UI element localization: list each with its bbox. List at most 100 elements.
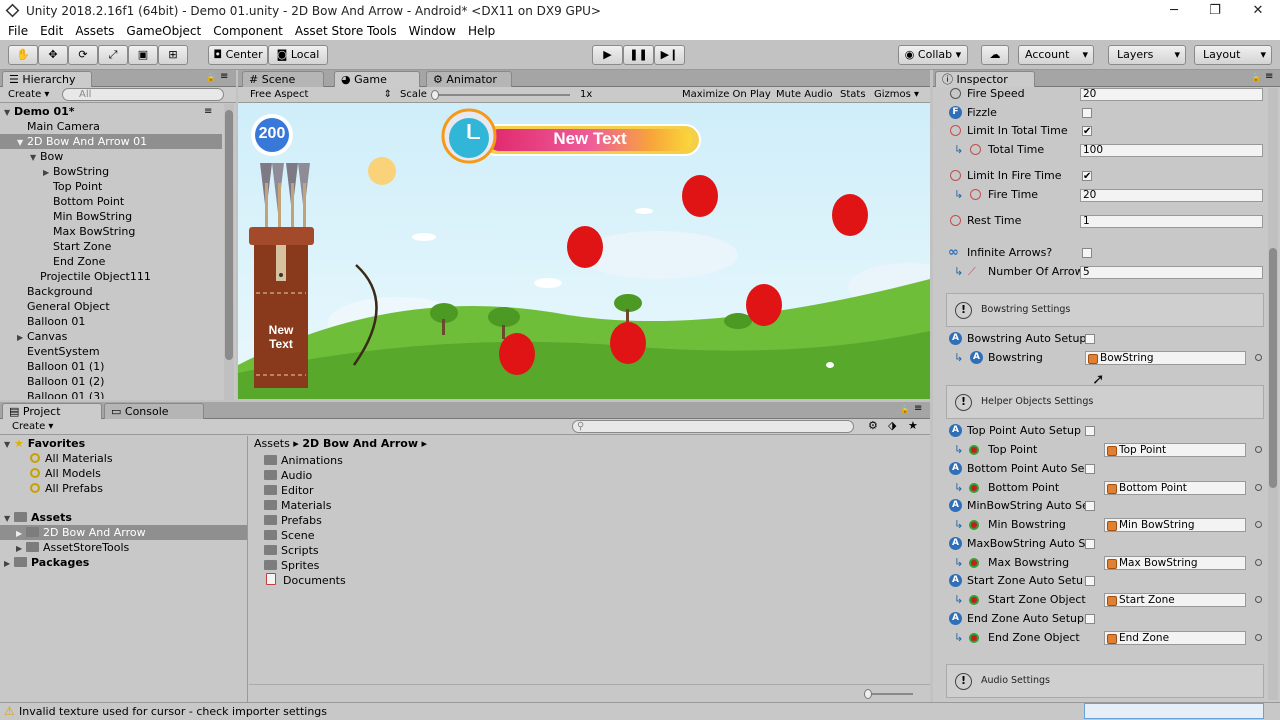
start-zone-object-field[interactable]: Start Zone (1104, 593, 1246, 607)
rest-time-input[interactable]: 1 (1080, 215, 1263, 228)
project-create-dropdown[interactable]: Create ▾ (8, 420, 57, 434)
scale-slider-handle[interactable] (431, 90, 439, 100)
hierarchy-create-dropdown[interactable]: Create ▾ (4, 88, 53, 102)
hierarchy-row[interactable]: Balloon 01 (2) (0, 374, 222, 389)
start-zone-auto-checkbox[interactable] (1085, 576, 1095, 586)
menu-component[interactable]: Component (207, 22, 289, 40)
aspect-dropdown[interactable]: Free Aspect ⇕ (246, 88, 396, 102)
hierarchy-row[interactable]: EventSystem (0, 344, 222, 359)
bottom-point-object-field[interactable]: Bottom Point (1104, 480, 1246, 495)
transform-tool-button[interactable]: ⊞ (158, 45, 188, 65)
hierarchy-row[interactable]: ▼ 2D Bow And Arrow 01 (0, 134, 222, 149)
mute-audio-toggle[interactable]: Mute Audio (772, 88, 837, 102)
max-bowstring-auto-checkbox[interactable] (1085, 538, 1095, 549)
asset-folder-item[interactable]: Materials (264, 498, 331, 513)
inspector-scrollbar[interactable] (1268, 88, 1278, 700)
audio-settings-header[interactable]: ! Audio Settings (946, 664, 1264, 698)
hierarchy-row[interactable]: Max BowString (0, 224, 222, 239)
scale-tool-button[interactable]: ⤢ (98, 45, 128, 65)
menu-gameobject[interactable]: GameObject (120, 22, 207, 40)
project-search-input[interactable]: ⚲ (572, 420, 854, 433)
asset-folder-row[interactable]: ▶ 2D Bow And Arrow (0, 525, 247, 540)
max-bowstring-object-field[interactable]: Max BowString (1104, 555, 1246, 570)
hierarchy-row[interactable]: Bottom Point (0, 194, 222, 209)
hierarchy-row[interactable]: General Object (0, 299, 222, 314)
tab-animator[interactable]: ⚙ Animator (426, 71, 512, 87)
hierarchy-row[interactable]: Main Camera (0, 119, 222, 134)
menu-file[interactable]: File (2, 22, 34, 40)
pivot-center-button[interactable]: ◘ Center (208, 45, 268, 65)
maximize-button[interactable]: ❐ (1193, 0, 1237, 22)
inspector-menu-icon[interactable]: ≡ (1265, 71, 1273, 82)
filter-label-icon[interactable]: ⬗ (888, 419, 896, 432)
hand-tool-button[interactable]: ✋ (8, 45, 38, 65)
collab-button[interactable]: ◉ Collab ▾ (898, 45, 968, 65)
breadcrumb-assets[interactable]: Assets (254, 437, 290, 450)
min-bowstring-auto-checkbox[interactable] (1085, 501, 1095, 511)
hierarchy-row[interactable]: Projectile Object111 (0, 269, 222, 284)
tab-hierarchy[interactable]: ☰ Hierarchy (2, 71, 92, 87)
asset-folder-item[interactable]: Scripts (264, 543, 319, 558)
pause-button[interactable]: ❚❚ (623, 45, 654, 65)
project-lock-icon[interactable]: 🔒 (900, 405, 910, 414)
favorite-star-icon[interactable]: ★ (908, 419, 918, 432)
hierarchy-row[interactable]: Balloon 01 (0, 314, 222, 329)
expand-arrow-icon[interactable]: ▼ (17, 135, 27, 150)
game-view[interactable]: 200 New Text New Text (238, 103, 930, 399)
move-tool-button[interactable]: ✥ (38, 45, 68, 65)
menu-asset-store-tools[interactable]: Asset Store Tools (289, 22, 403, 40)
object-picker-icon[interactable] (1255, 633, 1262, 641)
panel-menu-icon[interactable]: ≡ (220, 71, 228, 82)
expand-icon[interactable]: ▶ (16, 526, 26, 541)
expand-arrow-icon[interactable]: ▶ (17, 330, 27, 345)
total-time-input[interactable]: 100 (1080, 144, 1263, 157)
fire-time-input[interactable]: 20 (1080, 189, 1263, 202)
asset-folder-row[interactable]: ▶ AssetStoreTools (16, 540, 129, 555)
favorites-row[interactable]: ▼ ★ Favorites (4, 436, 85, 451)
favorites-expand-icon[interactable]: ▼ (4, 437, 14, 452)
assets-row[interactable]: ▼ Assets (4, 510, 72, 525)
status-message[interactable]: Invalid texture used for cursor - check … (19, 705, 327, 718)
menu-edit[interactable]: Edit (34, 22, 69, 40)
object-picker-icon[interactable] (1255, 483, 1262, 491)
object-picker-icon[interactable] (1255, 446, 1262, 453)
limit-fire-checkbox[interactable] (1082, 168, 1092, 186)
project-menu-icon[interactable]: ≡ (914, 403, 922, 414)
hierarchy-row[interactable]: Background (0, 284, 222, 299)
hierarchy-row[interactable]: ▼ Demo 01* ≡ (0, 104, 222, 119)
fire-speed-input[interactable]: 20 (1080, 88, 1263, 101)
stats-toggle[interactable]: Stats (836, 88, 870, 102)
cloud-button[interactable]: ☁ (981, 45, 1009, 65)
asset-folder-item[interactable]: Audio (264, 468, 312, 483)
object-picker-icon[interactable] (1255, 596, 1262, 603)
scene-menu-icon[interactable]: ≡ (204, 104, 212, 119)
hierarchy-row[interactable]: ▶ BowString (0, 164, 222, 179)
hierarchy-scrollbar[interactable] (224, 104, 234, 400)
fizzle-checkbox[interactable] (1082, 108, 1092, 118)
bowstring-object-field[interactable]: BowString (1085, 351, 1246, 365)
inspector-scroll-thumb[interactable] (1269, 248, 1277, 488)
account-button[interactable]: Account ▾ (1018, 45, 1094, 65)
tab-game[interactable]: ◕ Game (334, 71, 420, 87)
helper-objects-header[interactable]: ! Helper Objects Settings (946, 385, 1264, 419)
tab-project[interactable]: ▤ Project (2, 403, 102, 419)
bowstring-settings-header[interactable]: ! Bowstring Settings (946, 293, 1264, 327)
bottom-point-auto-checkbox[interactable] (1085, 463, 1095, 474)
infinite-arrows-checkbox[interactable] (1082, 248, 1092, 258)
top-point-object-field[interactable]: Top Point (1104, 443, 1246, 457)
hierarchy-row[interactable]: Min BowString (0, 209, 222, 224)
menu-assets[interactable]: Assets (69, 22, 120, 40)
asset-folder-item[interactable]: Prefabs (264, 513, 322, 528)
min-bowstring-object-field[interactable]: Min BowString (1104, 518, 1246, 532)
hierarchy-row[interactable]: ▼ Bow (0, 149, 222, 164)
end-zone-object-field[interactable]: End Zone (1104, 630, 1246, 645)
hierarchy-row[interactable]: Balloon 01 (3) (0, 389, 222, 399)
expand-arrow-icon[interactable]: ▶ (43, 165, 53, 180)
favorite-item[interactable]: All Prefabs (30, 481, 103, 496)
minimize-button[interactable]: ─ (1152, 0, 1196, 22)
icon-size-handle[interactable] (864, 689, 872, 699)
filter-type-icon[interactable]: ⚙ (868, 419, 878, 432)
top-point-auto-checkbox[interactable] (1085, 426, 1095, 436)
asset-folder-item[interactable]: Editor (264, 483, 314, 498)
assets-expand-icon[interactable]: ▼ (4, 511, 14, 526)
